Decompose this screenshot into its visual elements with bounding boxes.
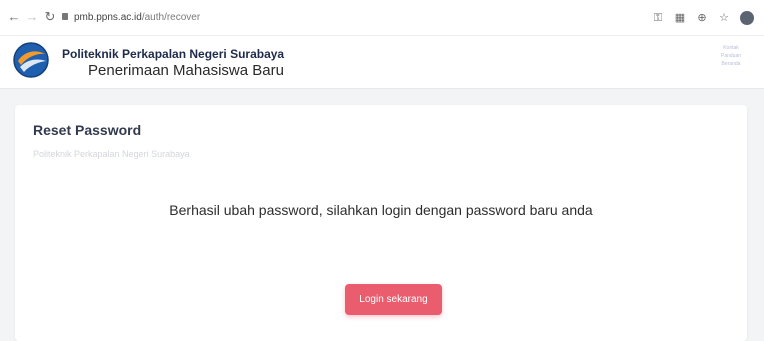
header-menu-item[interactable]: Panduan [716,52,746,60]
institution-name: Politeknik Perkapalan Negeri Surabaya [62,47,285,61]
browser-actions: ⚿ ▦ ⊕ ☆ [652,9,754,27]
header-menu-item[interactable]: Kontak [716,44,746,52]
zoom-icon[interactable]: ⊕ [696,12,708,24]
browser-toolbar: ← → ↻ pmb.ppns.ac.id/auth/recover ⚿ ▦ ⊕ … [0,0,764,36]
profile-avatar[interactable] [740,11,754,25]
page-title: Reset Password [33,122,142,138]
back-arrow-icon[interactable]: ← [6,9,22,25]
site-subtitle: Penerimaan Mahasiswa Baru [88,62,284,79]
header-menu[interactable]: Kontak Panduan Beranda [716,44,746,68]
lock-icon [62,12,68,20]
url-path: /auth/recover [141,12,201,23]
header-menu-item[interactable]: Beranda [716,60,746,68]
site-header: Politeknik Perkapalan Negeri Surabaya Pe… [0,36,764,89]
ppns-logo[interactable] [12,41,50,79]
success-message: Berhasil ubah password, silahkan login d… [169,202,593,218]
reset-password-card: Reset Password Politeknik Perkapalan Neg… [15,105,747,341]
key-icon[interactable]: ⚿ [652,12,664,24]
page-subtitle: Politeknik Perkapalan Negeri Surabaya [33,149,190,159]
bookmark-star-icon[interactable]: ☆ [718,12,730,24]
reload-icon[interactable]: ↻ [42,9,58,25]
address-bar[interactable]: pmb.ppns.ac.id/auth/recover [62,9,200,27]
translate-icon[interactable]: ▦ [674,12,686,24]
url-host: pmb.ppns.ac.id [74,12,142,23]
login-now-button[interactable]: Login sekarang [345,284,442,315]
forward-arrow-icon[interactable]: → [24,9,40,25]
